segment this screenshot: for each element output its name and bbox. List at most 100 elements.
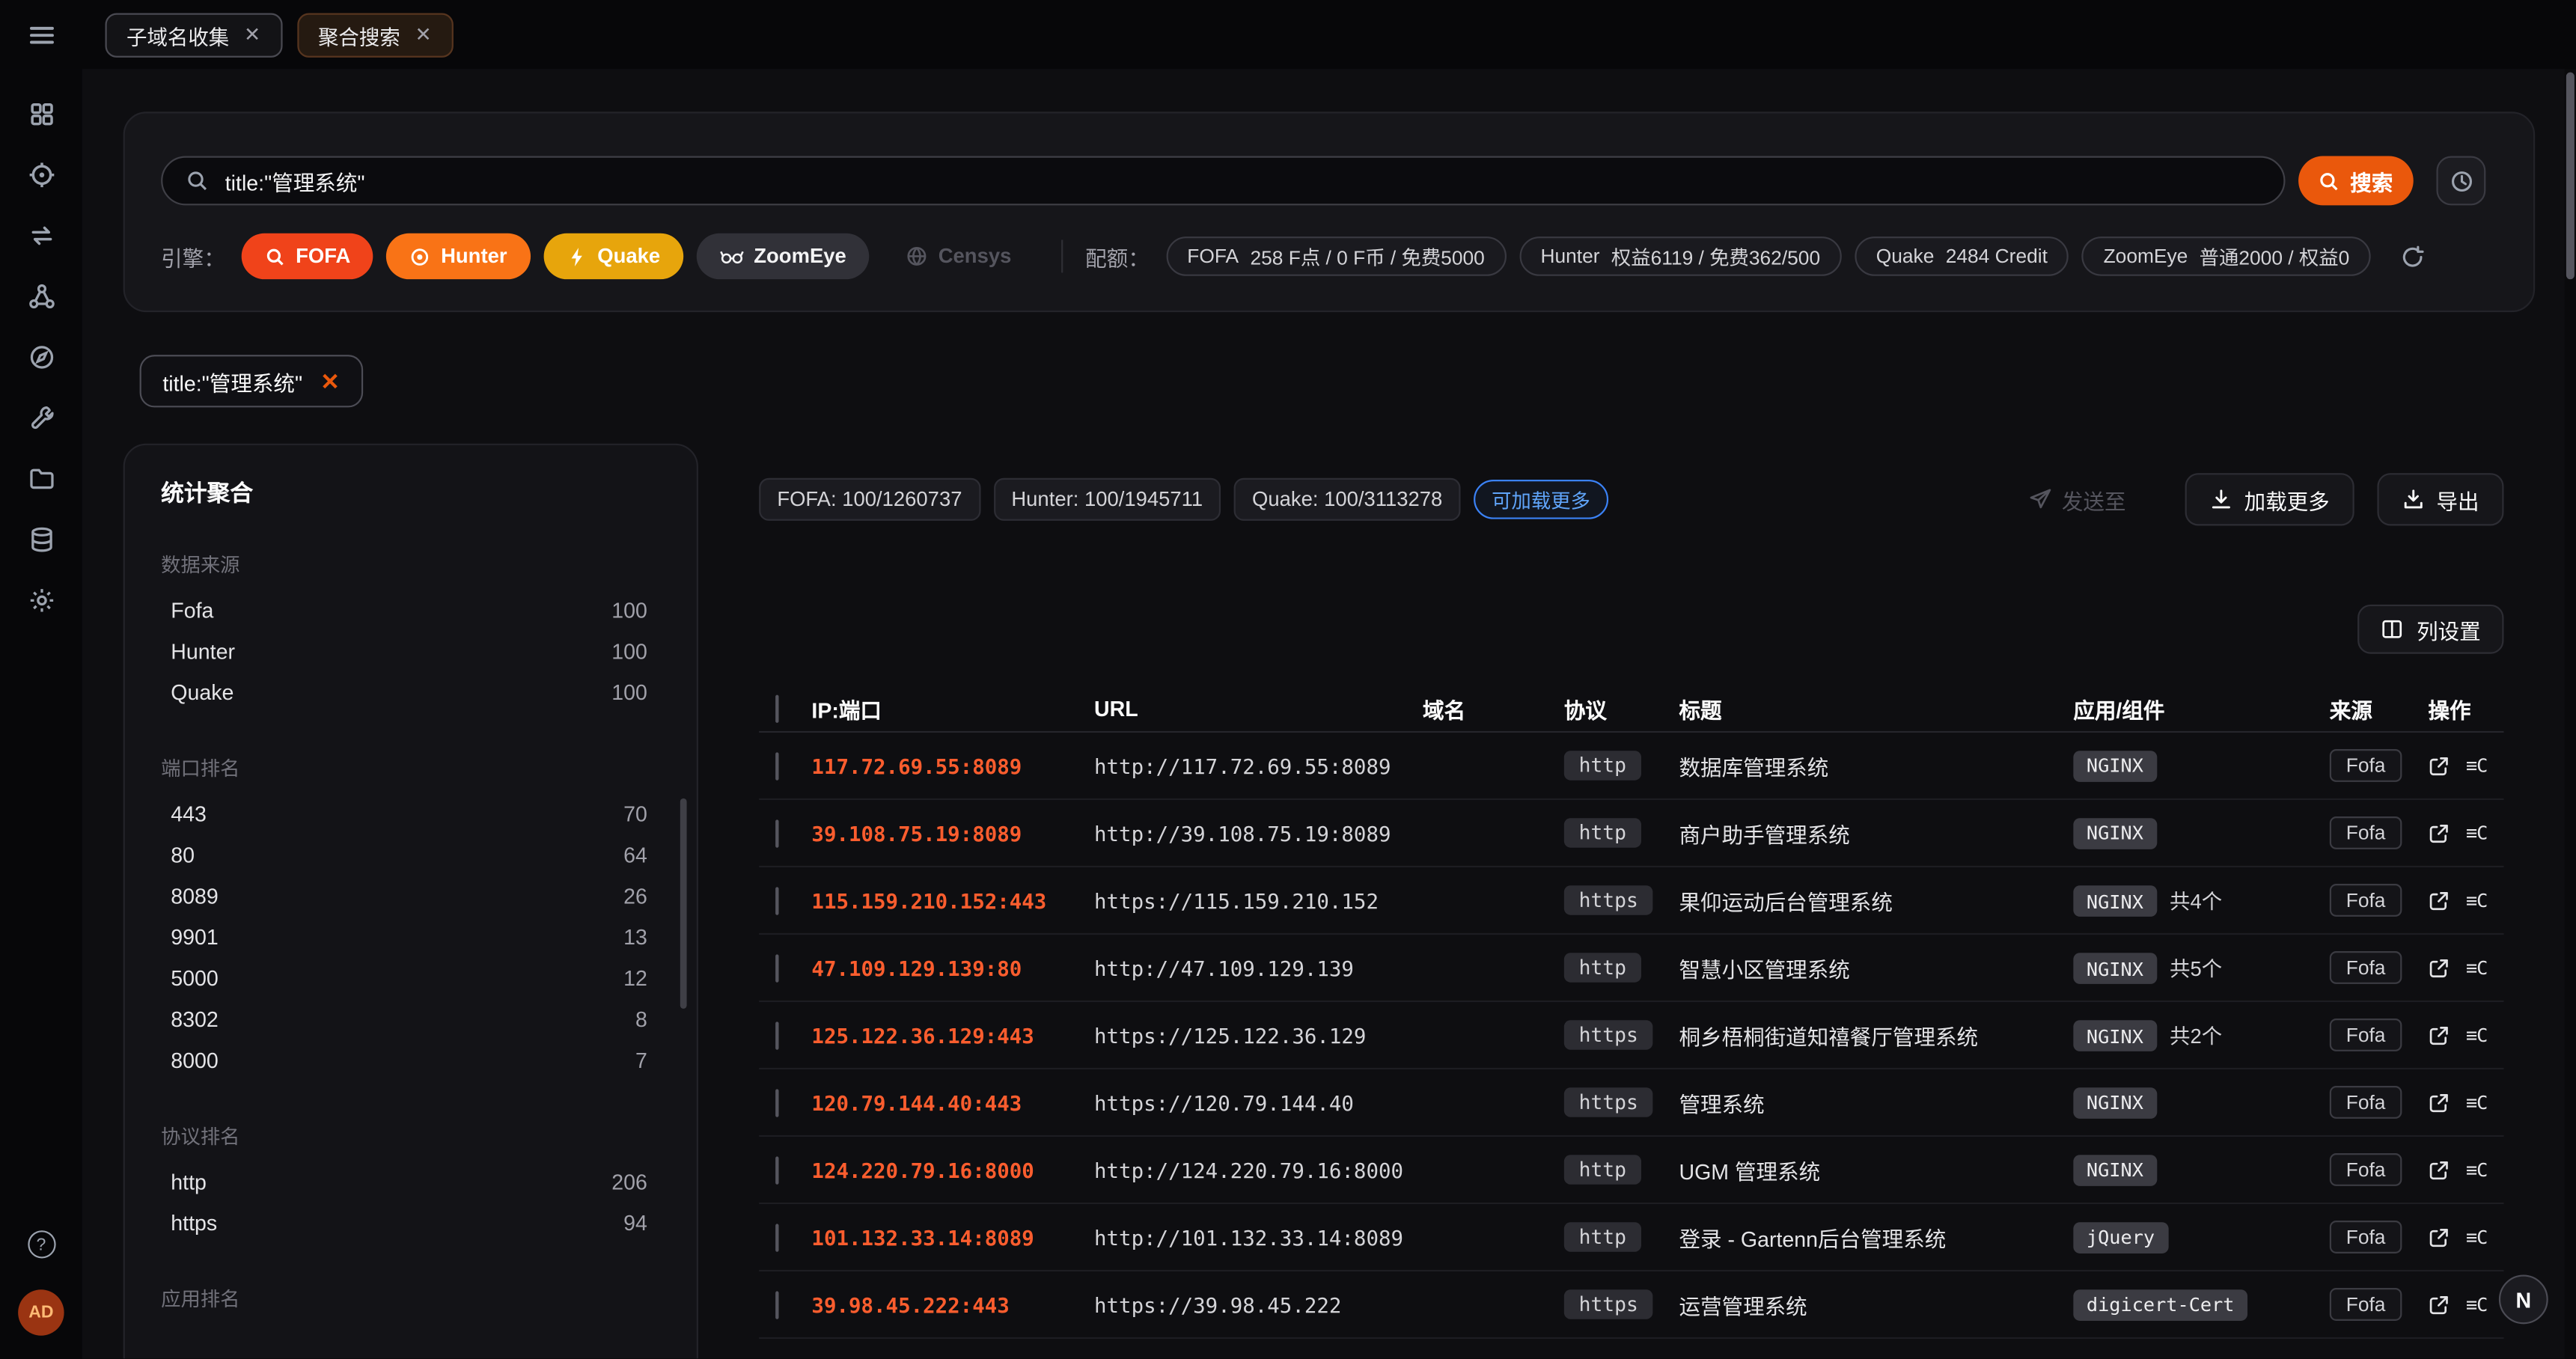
row-checkbox[interactable] xyxy=(775,1290,778,1318)
table-row[interactable]: 101.132.33.14:8089 http://101.132.33.14:… xyxy=(759,1204,2503,1271)
external-link-icon[interactable] xyxy=(2429,755,2450,777)
ip-port-link[interactable]: 115.159.210.152:443 xyxy=(811,888,1094,913)
stats-row[interactable]: 80 64 xyxy=(161,834,660,876)
page-scrollbar-thumb[interactable] xyxy=(2566,73,2575,280)
external-link-icon[interactable] xyxy=(2429,957,2450,979)
load-more-badge[interactable]: 可加载更多 xyxy=(1474,480,1608,519)
table-row[interactable]: 47.109.129.139:80 http://47.109.129.139 … xyxy=(759,935,2503,1002)
stats-row[interactable]: 9901 13 xyxy=(161,917,660,958)
row-checkbox[interactable] xyxy=(775,953,778,981)
url-link[interactable]: http://101.132.33.14:8089 xyxy=(1094,1225,1423,1250)
row-checkbox[interactable] xyxy=(775,1088,778,1116)
stats-row[interactable]: Quake 100 xyxy=(161,672,660,713)
external-link-icon[interactable] xyxy=(2429,890,2450,911)
help-icon[interactable]: ? xyxy=(27,1230,55,1258)
dashboard-icon[interactable] xyxy=(26,99,56,129)
settings-icon[interactable] xyxy=(26,584,56,614)
load-more-button[interactable]: 加载更多 xyxy=(2185,473,2354,525)
detail-menu-icon[interactable]: ≡C xyxy=(2466,822,2487,845)
sync-icon[interactable] xyxy=(26,220,56,250)
external-link-icon[interactable] xyxy=(2429,1024,2450,1046)
engine-zoomeye-button[interactable]: ZoomEye xyxy=(696,233,869,279)
row-checkbox[interactable] xyxy=(775,819,778,846)
detail-menu-icon[interactable]: ≡C xyxy=(2466,1024,2487,1047)
select-all-checkbox[interactable] xyxy=(775,695,778,723)
table-row[interactable]: 120.79.144.40:443 https://120.79.144.40 … xyxy=(759,1069,2503,1137)
stats-row[interactable]: https 94 xyxy=(161,1203,660,1244)
column-settings-button[interactable]: 列设置 xyxy=(2357,605,2503,654)
ip-port-link[interactable]: 124.220.79.16:8000 xyxy=(811,1158,1094,1182)
stats-row[interactable]: 8000 7 xyxy=(161,1040,660,1081)
stats-row[interactable]: 5000 12 xyxy=(161,958,660,999)
ip-port-link[interactable]: 101.132.33.14:8089 xyxy=(811,1225,1094,1250)
url-link[interactable]: http://47.109.129.139 xyxy=(1094,956,1423,980)
detail-menu-icon[interactable]: ≡C xyxy=(2466,1293,2487,1316)
engine-quake-button[interactable]: Quake xyxy=(543,233,683,279)
url-link[interactable]: http://117.72.69.55:8089 xyxy=(1094,753,1423,778)
row-checkbox[interactable] xyxy=(775,1021,778,1048)
external-link-icon[interactable] xyxy=(2429,1092,2450,1114)
row-checkbox[interactable] xyxy=(775,751,778,779)
ip-port-link[interactable]: 125.122.36.129:443 xyxy=(811,1023,1094,1048)
detail-menu-icon[interactable]: ≡C xyxy=(2466,1158,2487,1182)
folder-icon[interactable] xyxy=(26,463,56,493)
avatar[interactable]: AD xyxy=(18,1289,64,1335)
ip-port-link[interactable]: 47.109.129.139:80 xyxy=(811,956,1094,980)
stats-row[interactable]: Hunter 100 xyxy=(161,631,660,672)
external-link-icon[interactable] xyxy=(2429,822,2450,844)
refresh-icon[interactable] xyxy=(2400,244,2425,269)
page-scrollbar[interactable] xyxy=(2565,69,2576,1358)
tab-subdomain-collect[interactable]: 子域名收集 ✕ xyxy=(105,12,281,56)
stats-row[interactable]: 8302 8 xyxy=(161,999,660,1040)
export-button[interactable]: 导出 xyxy=(2377,473,2503,525)
url-link[interactable]: https://39.98.45.222 xyxy=(1094,1292,1423,1317)
stats-scrollbar[interactable] xyxy=(680,798,687,1009)
send-to-button[interactable]: 发送至 xyxy=(2029,483,2126,515)
tools-icon[interactable] xyxy=(26,403,56,433)
history-button[interactable] xyxy=(2436,156,2485,206)
row-checkbox[interactable] xyxy=(775,886,778,914)
table-row[interactable]: 125.122.36.129:443 https://125.122.36.12… xyxy=(759,1002,2503,1069)
search-button[interactable]: 搜索 xyxy=(2298,156,2414,206)
table-row[interactable]: 39.98.45.222:443 https://39.98.45.222 ht… xyxy=(759,1271,2503,1339)
ip-port-link[interactable]: 39.108.75.19:8089 xyxy=(811,821,1094,846)
compass-icon[interactable] xyxy=(26,342,56,372)
url-link[interactable]: http://39.108.75.19:8089 xyxy=(1094,821,1423,846)
table-row[interactable]: 39.108.75.19:8089 http://39.108.75.19:80… xyxy=(759,800,2503,867)
tab-close-icon[interactable]: ✕ xyxy=(244,25,260,44)
detail-menu-icon[interactable]: ≡C xyxy=(2466,889,2487,912)
search-input[interactable]: title:"管理系统" xyxy=(161,156,2285,206)
url-link[interactable]: https://125.122.36.129 xyxy=(1094,1023,1423,1048)
ip-port-link[interactable]: 117.72.69.55:8089 xyxy=(811,753,1094,778)
table-row[interactable]: 124.220.79.16:8000 http://124.220.79.16:… xyxy=(759,1137,2503,1204)
url-link[interactable]: https://120.79.144.40 xyxy=(1094,1090,1423,1115)
target-icon[interactable] xyxy=(26,159,56,189)
database-icon[interactable] xyxy=(26,524,56,554)
cluster-icon[interactable] xyxy=(26,281,56,311)
external-link-icon[interactable] xyxy=(2429,1294,2450,1316)
engine-hunter-button[interactable]: Hunter xyxy=(387,233,531,279)
engine-censys-button[interactable]: Censys xyxy=(882,233,1034,279)
detail-menu-icon[interactable]: ≡C xyxy=(2466,1091,2487,1114)
external-link-icon[interactable] xyxy=(2429,1227,2450,1248)
engine-fofa-button[interactable]: FOFA xyxy=(242,233,373,279)
notification-float-button[interactable]: N xyxy=(2499,1274,2548,1324)
table-row[interactable]: 117.72.69.55:8089 http://117.72.69.55:80… xyxy=(759,733,2503,800)
stats-row[interactable]: Fofa 100 xyxy=(161,590,660,631)
tab-aggregate-search[interactable]: 聚合搜索 ✕ xyxy=(296,12,453,56)
detail-menu-icon[interactable]: ≡C xyxy=(2466,754,2487,778)
external-link-icon[interactable] xyxy=(2429,1159,2450,1181)
ip-port-link[interactable]: 39.98.45.222:443 xyxy=(811,1292,1094,1317)
stats-row[interactable]: http 206 xyxy=(161,1161,660,1203)
detail-menu-icon[interactable]: ≡C xyxy=(2466,1226,2487,1249)
menu-icon[interactable] xyxy=(0,20,82,48)
detail-menu-icon[interactable]: ≡C xyxy=(2466,956,2487,980)
url-link[interactable]: http://124.220.79.16:8000 xyxy=(1094,1158,1423,1182)
row-checkbox[interactable] xyxy=(775,1223,778,1250)
row-checkbox[interactable] xyxy=(775,1155,778,1183)
stats-row[interactable]: 8089 26 xyxy=(161,876,660,917)
table-row[interactable]: 115.159.210.152:443 https://115.159.210.… xyxy=(759,867,2503,935)
tab-close-icon[interactable]: ✕ xyxy=(415,25,431,44)
url-link[interactable]: https://115.159.210.152 xyxy=(1094,888,1423,913)
chip-close-icon[interactable]: ✕ xyxy=(320,367,340,395)
